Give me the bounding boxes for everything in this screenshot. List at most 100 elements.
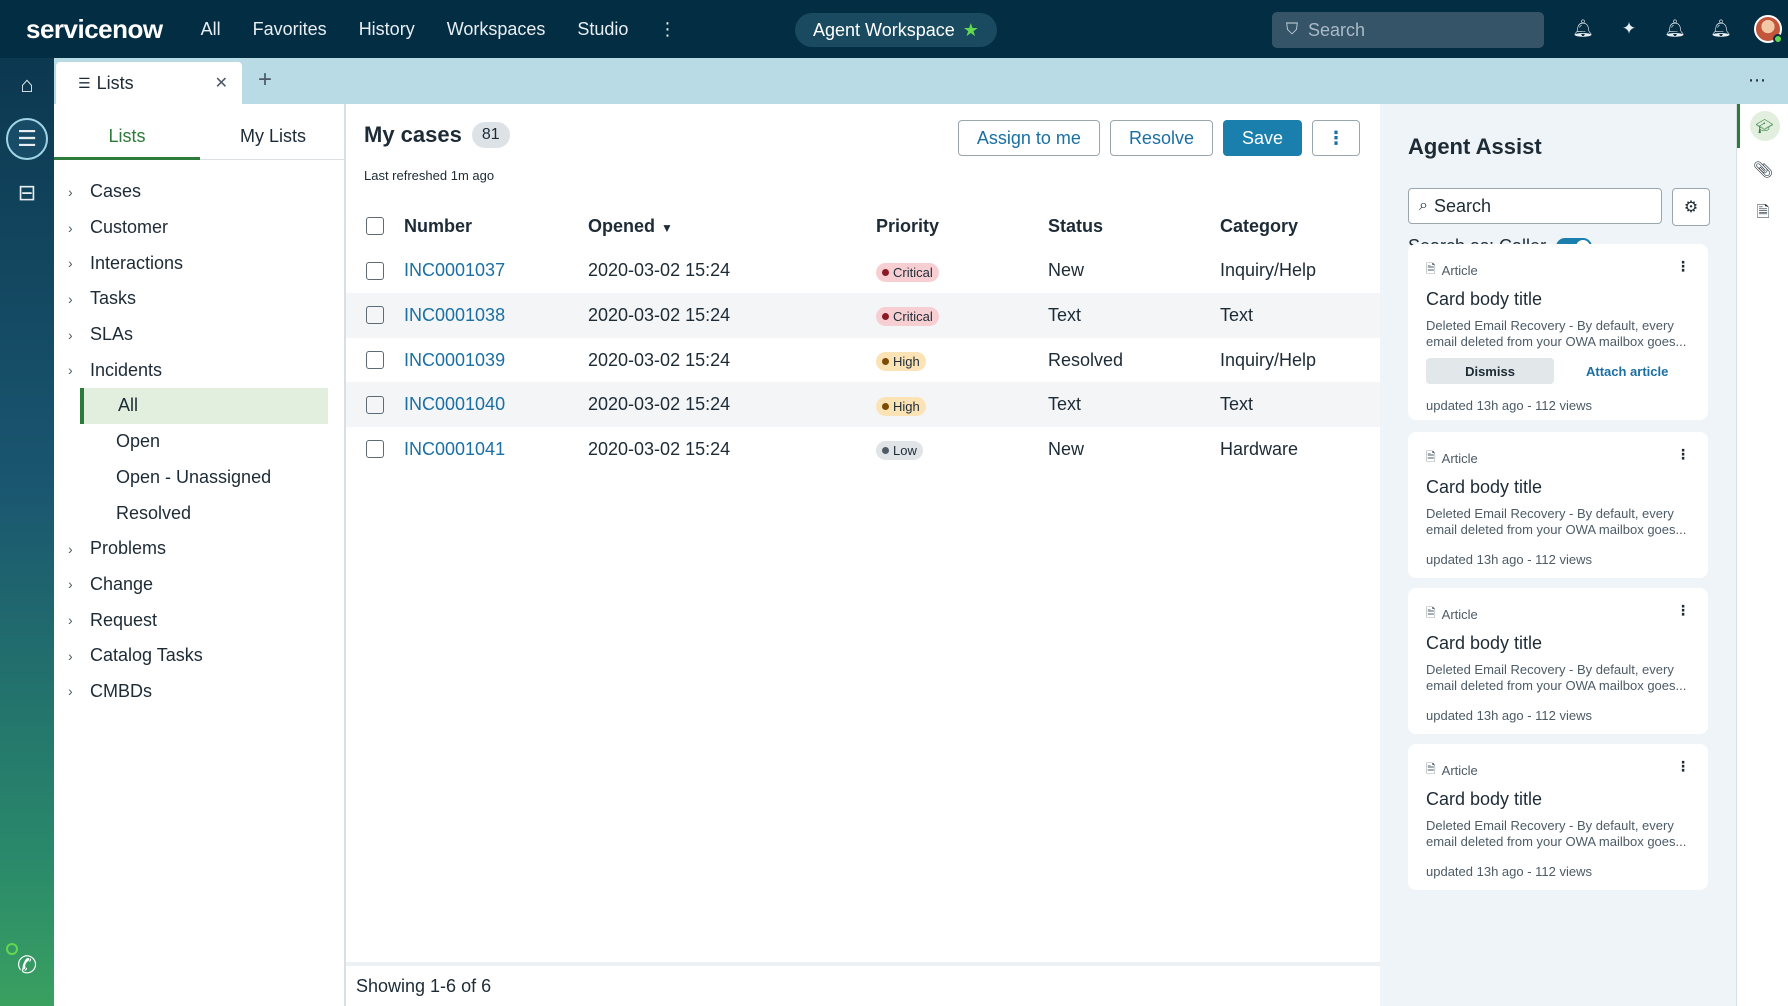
chevron-right-icon[interactable]: › [68, 576, 90, 592]
select-all-checkbox[interactable] [366, 217, 384, 236]
home-icon[interactable]: ⌂ [0, 58, 54, 112]
list-tree-item[interactable]: › Cases [54, 174, 346, 210]
article-card[interactable]: 🗎 Article ⋮ Card body title Deleted Email Re… [1408, 244, 1708, 420]
column-header-priority[interactable]: Priority [876, 216, 1048, 237]
chevron-right-icon[interactable]: › [68, 255, 90, 271]
table-row[interactable]: INC0001040 2020-03-02 15:24 High Text Text [346, 382, 1380, 427]
table-row[interactable]: INC0001039 2020-03-02 15:24 High Resolved In… [346, 338, 1380, 383]
status-cell: Text [1048, 394, 1082, 415]
list-tree-item[interactable]: › Change [54, 567, 346, 603]
article-card[interactable]: 🗎 Article ⋮ Card body title Deleted Email Re… [1408, 744, 1708, 890]
incident-number-link[interactable]: INC0001037 [404, 260, 505, 280]
attachment-icon[interactable]: 📎︎ [1737, 148, 1788, 192]
save-button[interactable]: Save [1222, 120, 1302, 156]
tab-lists[interactable]: ☰ Lists ✕ [56, 62, 242, 104]
document-icon[interactable]: 🗎 [1737, 192, 1788, 236]
list-tree-item[interactable]: Open [54, 424, 346, 460]
list-actions: Assign to me Resolve Save ⋮ [948, 120, 1360, 156]
chevron-right-icon[interactable]: › [68, 362, 90, 378]
list-tree-item[interactable]: › Problems [54, 531, 346, 567]
chevron-right-icon[interactable]: › [68, 612, 90, 628]
list-tree-item[interactable]: › SLAs [54, 317, 346, 353]
row-checkbox[interactable] [366, 306, 384, 325]
chevron-right-icon[interactable]: › [68, 291, 90, 307]
sparkle-icon[interactable]: ✦ [1606, 19, 1652, 39]
workspace-selector[interactable]: Agent Workspace ★ [795, 13, 997, 47]
column-header-category[interactable]: Category [1220, 216, 1380, 237]
global-search-input[interactable]: ⛉ Search [1272, 12, 1544, 48]
more-actions-button[interactable]: ⋮ [1312, 120, 1360, 156]
servicenow-logo[interactable]: servicenow [26, 14, 163, 45]
article-card[interactable]: 🗎 Article ⋮ Card body title Deleted Email Re… [1408, 432, 1708, 578]
filter-icon: ⛉ [1286, 21, 1299, 38]
lists-rail-button[interactable]: ☰ [0, 112, 54, 166]
bell-icon[interactable]: 🔔︎ [1652, 19, 1698, 39]
column-header-opened[interactable]: Opened ▼ [588, 216, 876, 237]
filter-settings-icon[interactable]: ⚙ [1672, 188, 1710, 226]
list-tree-item[interactable]: › Customer [54, 210, 346, 246]
chevron-right-icon[interactable]: › [68, 648, 90, 664]
list-tree-item[interactable]: › Interactions [54, 245, 346, 281]
list-tree-item[interactable]: › Catalog Tasks [54, 638, 346, 674]
nav-item-all[interactable]: All [185, 19, 237, 40]
star-icon[interactable]: ★ [963, 20, 979, 41]
list-tree-item[interactable]: All [80, 388, 328, 424]
list-tree-item[interactable]: Open - Unassigned [54, 460, 346, 496]
chevron-right-icon[interactable]: › [68, 541, 90, 557]
card-type-label: Article [1441, 263, 1478, 278]
nav-item-history[interactable]: History [343, 19, 431, 40]
column-header-status[interactable]: Status [1048, 216, 1220, 237]
list-tree-item[interactable]: › CMBDs [54, 674, 346, 710]
list-tree-item[interactable]: Resolved [54, 495, 346, 531]
table-row[interactable]: INC0001037 2020-03-02 15:24 Critical New Inq… [346, 249, 1380, 294]
nav-more-icon[interactable]: ⋮ [644, 19, 690, 40]
nav-item-studio[interactable]: Studio [561, 19, 644, 40]
tab-my-lists[interactable]: My Lists [200, 120, 346, 160]
list-tree-item[interactable]: › Request [54, 602, 346, 638]
list-tree-item[interactable]: › Incidents [54, 352, 346, 388]
priority-label: Critical [893, 309, 933, 325]
article-card[interactable]: 🗎 Article ⋮ Card body title Deleted Email Re… [1408, 588, 1708, 734]
tab-lists-all[interactable]: Lists [54, 120, 200, 160]
list-tree-item[interactable]: › Tasks [54, 281, 346, 317]
add-tab-icon[interactable]: + [258, 66, 272, 94]
chevron-right-icon[interactable]: › [68, 327, 90, 343]
card-more-icon[interactable]: ⋮ [1676, 602, 1690, 619]
assign-to-me-button[interactable]: Assign to me [957, 120, 1100, 156]
column-header-number[interactable]: Number [404, 216, 588, 237]
table-row[interactable]: INC0001041 2020-03-02 15:24 Low New Hardware [346, 427, 1380, 472]
priority-dot [882, 402, 889, 410]
row-checkbox[interactable] [366, 440, 384, 459]
resolve-button[interactable]: Resolve [1109, 120, 1213, 156]
chevron-right-icon[interactable]: › [68, 683, 90, 699]
row-checkbox[interactable] [366, 395, 384, 414]
user-avatar[interactable] [1754, 15, 1783, 44]
chevron-right-icon[interactable]: › [68, 220, 90, 236]
incident-number-link[interactable]: INC0001039 [404, 350, 505, 370]
incident-number-link[interactable]: INC0001041 [404, 439, 505, 459]
assist-search-input[interactable]: ⌕ Search [1408, 188, 1662, 224]
attach-article-link[interactable]: Attach article [1586, 364, 1668, 379]
row-checkbox[interactable] [366, 261, 384, 280]
agent-assist-title: Agent Assist [1408, 134, 1542, 159]
nav-item-favorites[interactable]: Favorites [237, 19, 343, 40]
chevron-right-icon[interactable]: › [68, 184, 90, 200]
card-more-icon[interactable]: ⋮ [1676, 446, 1690, 463]
priority-dot [882, 268, 889, 276]
agent-assist-rail-button[interactable]: 🎓︎ [1737, 104, 1788, 148]
close-icon[interactable]: ✕ [215, 73, 228, 93]
nav-item-workspaces[interactable]: Workspaces [431, 19, 562, 40]
bell-icon[interactable]: 🔔︎ [1698, 19, 1744, 39]
dismiss-button[interactable]: Dismiss [1426, 358, 1554, 384]
incident-number-link[interactable]: INC0001038 [404, 305, 505, 325]
card-more-icon[interactable]: ⋮ [1676, 258, 1690, 275]
incident-number-link[interactable]: INC0001040 [404, 394, 505, 414]
row-checkbox[interactable] [366, 351, 384, 370]
phone-icon[interactable]: ✆ [0, 943, 54, 980]
card-more-icon[interactable]: ⋮ [1676, 758, 1690, 775]
bell-icon[interactable]: 🔔︎ [1560, 19, 1606, 39]
priority-label: High [893, 354, 920, 370]
table-row[interactable]: INC0001038 2020-03-02 15:24 Critical Text Te… [346, 293, 1380, 338]
inbox-icon[interactable]: ⊟ [0, 166, 54, 220]
more-icon[interactable]: ⋯ [1748, 70, 1766, 91]
